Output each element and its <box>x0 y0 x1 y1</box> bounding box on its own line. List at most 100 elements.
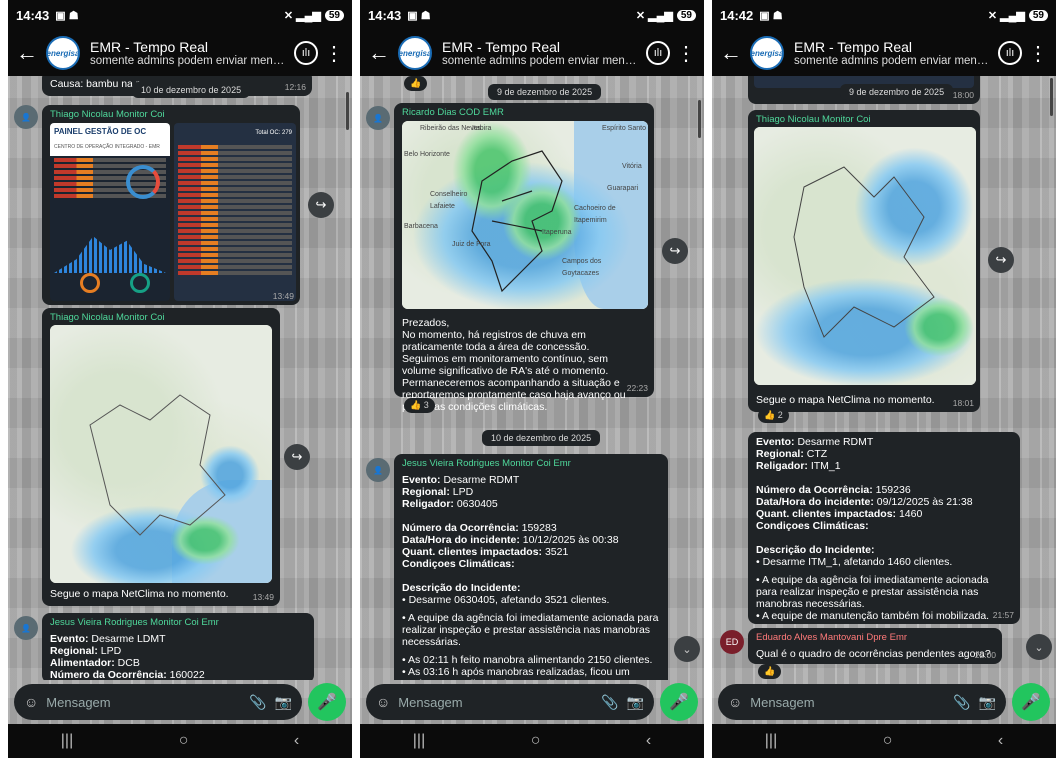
camera-icon[interactable]: 📷 <box>627 694 644 711</box>
dashboard-table-image[interactable]: Total OC: 279 <box>174 123 296 301</box>
forward-icon[interactable]: ↪ <box>662 238 688 264</box>
microphone-icon[interactable]: 🎤 <box>660 683 698 721</box>
forward-icon[interactable]: ↪ <box>308 192 334 218</box>
sender-name[interactable]: Thiago Nicolau Monitor Coi <box>42 105 300 123</box>
forward-icon[interactable]: ↪ <box>284 444 310 470</box>
forward-icon[interactable]: ↪ <box>988 247 1014 273</box>
more-options-icon[interactable]: ⋮ <box>676 41 696 66</box>
message-bubble[interactable]: Ricardo Dias COD EMR Ribeirão das Neves … <box>394 103 654 413</box>
back-arrow-icon[interactable]: ← <box>720 40 746 66</box>
sender-avatar[interactable]: ED <box>720 630 744 654</box>
group-avatar[interactable]: energisa <box>46 36 80 70</box>
attach-icon[interactable]: 📎 <box>953 694 970 711</box>
scrollbar[interactable] <box>1050 78 1053 116</box>
microphone-icon[interactable]: 🎤 <box>308 683 346 721</box>
reaction-badge[interactable]: 👍 <box>404 76 428 91</box>
attach-icon[interactable]: 📎 <box>601 694 618 711</box>
message-input[interactable]: ☺ Mensagem 📎 📷 <box>718 684 1006 720</box>
message-bubble[interactable]: Jesus Vieira Rodrigues Monitor Coi Emr E… <box>394 454 668 680</box>
recent-apps-icon[interactable]: ||| <box>61 732 73 750</box>
emoji-icon[interactable]: ☺ <box>728 694 742 710</box>
message-text: Evento: Desarme LDMT Regional: LPD Alime… <box>50 633 205 680</box>
chat-subtitle: somente admins podem enviar mensa... <box>442 55 640 67</box>
reaction-badge[interactable]: 👍 2 <box>758 408 789 423</box>
message-time: 12:16 <box>284 82 306 92</box>
message-bubble[interactable]: Thiago Nicolau Monitor Coi Segue o mapa … <box>748 110 980 412</box>
microphone-icon[interactable]: 🎤 <box>1012 683 1050 721</box>
message-bubble[interactable]: Eduardo Alves Mantovani Dpre Emr Qual é … <box>748 628 1002 664</box>
sender-avatar[interactable]: 👤 <box>366 458 390 482</box>
home-icon[interactable]: ○ <box>179 732 189 750</box>
sender-name[interactable]: Jesus Vieira Rodrigues Monitor Coi Emr <box>42 613 314 631</box>
back-nav-icon[interactable]: ‹ <box>998 732 1003 750</box>
sender-name[interactable]: Ricardo Dias COD EMR <box>394 103 654 121</box>
reaction-badge[interactable]: 👍 3 <box>404 398 435 413</box>
scrollbar[interactable] <box>698 100 701 138</box>
back-arrow-icon[interactable]: ← <box>368 40 394 66</box>
message-time: 22:00 <box>974 650 996 660</box>
dashboard-total: Total OC: 279 <box>255 130 292 136</box>
back-nav-icon[interactable]: ‹ <box>646 732 651 750</box>
notification-icon: ▣ ☗ <box>407 9 431 22</box>
message-input[interactable]: ☺ Mensagem 📎 📷 <box>14 684 302 720</box>
dashboard-image[interactable]: PAINEL GESTÃO DE OC CENTRO DE OPERAÇÃO I… <box>50 123 170 301</box>
message-list[interactable]: 👍 9 de dezembro de 2025 👤 Ricardo Dias C… <box>360 76 704 680</box>
camera-icon[interactable]: 📷 <box>979 694 996 711</box>
reaction-count: 3 <box>423 400 429 410</box>
message-list[interactable]: 18:00 9 de dezembro de 2025 Thiago Nicol… <box>712 76 1056 680</box>
reaction-count: 2 <box>777 410 783 420</box>
message-bubble[interactable]: Thiago Nicolau Monitor Coi PAINEL GESTÃO… <box>42 105 300 305</box>
back-arrow-icon[interactable]: ← <box>16 40 42 66</box>
voice-chat-icon[interactable]: ılı <box>646 41 670 65</box>
sender-avatar[interactable]: 👤 <box>14 616 38 640</box>
chat-title-block[interactable]: EMR - Tempo Real somente admins podem en… <box>442 39 640 67</box>
message-list[interactable]: Causa: bambu na r 12:16 10 de dezembro d… <box>8 76 352 680</box>
home-icon[interactable]: ○ <box>883 732 893 750</box>
group-avatar[interactable]: energisa <box>398 36 432 70</box>
weather-map-image[interactable] <box>50 325 272 583</box>
scrollbar[interactable] <box>346 92 349 130</box>
notification-icon: ▣ ☗ <box>55 9 79 22</box>
sender-name[interactable]: Thiago Nicolau Monitor Coi <box>42 308 280 326</box>
camera-icon[interactable]: 📷 <box>275 694 292 711</box>
home-icon[interactable]: ○ <box>531 732 541 750</box>
message-input[interactable]: ☺ Mensagem 📎 📷 <box>366 684 654 720</box>
sender-avatar[interactable]: 👤 <box>14 105 38 129</box>
weather-map-image[interactable]: Ribeirão das Neves Itabira Belo Horizont… <box>402 121 648 309</box>
more-options-icon[interactable]: ⋮ <box>324 41 344 66</box>
sender-name[interactable]: Eduardo Alves Mantovani Dpre Emr <box>748 628 1002 646</box>
message-bubble[interactable]: Thiago Nicolau Monitor Coi Segue o mapa … <box>42 308 280 606</box>
chat-title-block[interactable]: EMR - Tempo Real somente admins podem en… <box>90 39 288 67</box>
chat-header: ← energisa EMR - Tempo Real somente admi… <box>712 30 1056 76</box>
map-label: Itaperuna <box>542 229 572 236</box>
sender-name[interactable]: Jesus Vieira Rodrigues Monitor Coi Emr <box>394 454 668 472</box>
mini-donut <box>130 273 150 293</box>
more-options-icon[interactable]: ⋮ <box>1028 41 1048 66</box>
chat-title-block[interactable]: EMR - Tempo Real somente admins podem en… <box>794 39 992 67</box>
sender-avatar[interactable]: 👤 <box>366 106 390 130</box>
recent-apps-icon[interactable]: ||| <box>765 732 777 750</box>
weather-map-image[interactable] <box>754 127 976 385</box>
message-bubble[interactable]: Evento: Desarme RDMT Regional: CTZ Relig… <box>748 432 1020 624</box>
back-nav-icon[interactable]: ‹ <box>294 732 299 750</box>
group-avatar[interactable]: energisa <box>750 36 784 70</box>
voice-chat-icon[interactable]: ılı <box>998 41 1022 65</box>
attach-icon[interactable]: 📎 <box>249 694 266 711</box>
map-label: Cachoeiro de Itapemirim <box>574 205 616 224</box>
recent-apps-icon[interactable]: ||| <box>413 732 425 750</box>
message-text: Segue o mapa NetClima no momento. <box>50 588 229 600</box>
voice-chat-icon[interactable]: ılı <box>294 41 318 65</box>
scroll-down-icon[interactable]: ⌄ <box>674 636 700 662</box>
map-label: Guarapari <box>607 185 639 192</box>
scroll-down-icon[interactable]: ⌄ <box>1026 634 1052 660</box>
notification-icon: ▣ ☗ <box>759 9 783 22</box>
emoji-icon[interactable]: ☺ <box>24 694 38 710</box>
mini-donut <box>80 273 100 293</box>
sender-name[interactable]: Thiago Nicolau Monitor Coi <box>748 110 980 128</box>
status-bar: 14:43 ▣ ☗ ✕ ▂▄▆ 59 <box>360 0 704 30</box>
message-bubble[interactable]: Jesus Vieira Rodrigues Monitor Coi Emr E… <box>42 613 314 680</box>
emoji-icon[interactable]: ☺ <box>376 694 390 710</box>
map-label: Juiz de Fora <box>452 241 491 248</box>
reaction-badge[interactable]: 👍 <box>758 664 782 679</box>
status-time: 14:43 <box>16 7 50 23</box>
